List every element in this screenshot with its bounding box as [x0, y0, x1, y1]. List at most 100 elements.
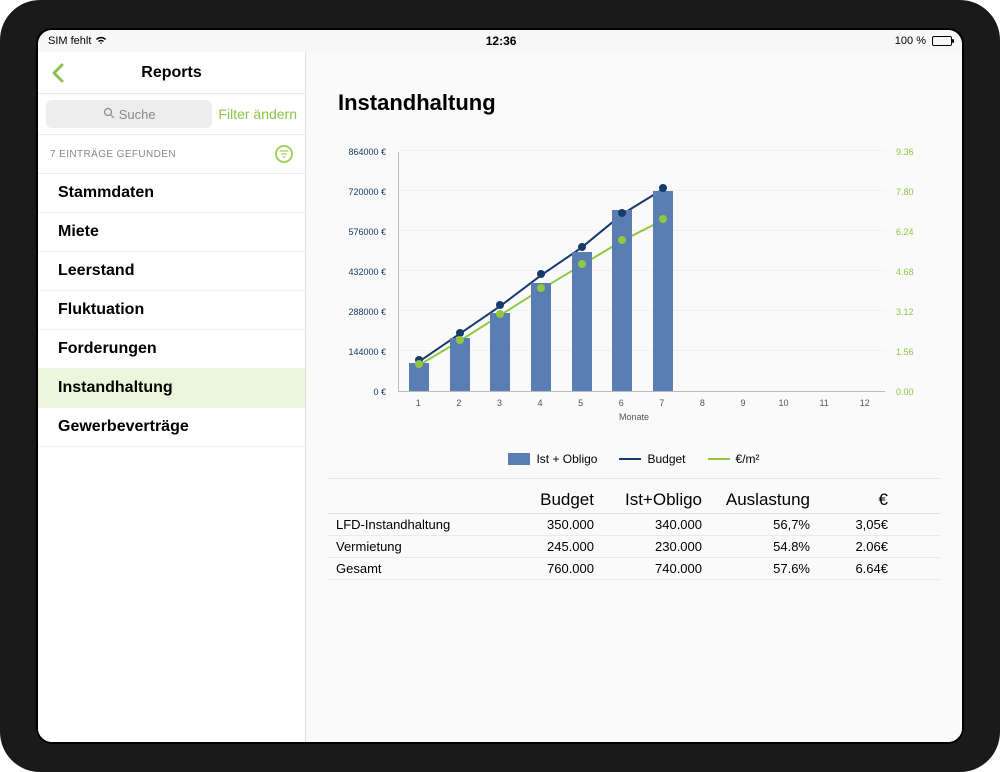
budget-point	[496, 301, 504, 309]
col-ist: Ist+Obligo	[602, 490, 702, 510]
row-ist: 740.000	[602, 561, 702, 576]
battery-pct: 100 %	[895, 35, 926, 47]
legend: Ist + Obligo Budget €/m²	[328, 452, 940, 466]
search-row: Suche Filter ändern	[38, 94, 305, 135]
table-row: Gesamt 760.000 740.000 57.6% 6.64€	[328, 558, 940, 580]
row-eur: 2.06€	[818, 539, 888, 554]
filter-change-link[interactable]: Filter ändern	[218, 106, 297, 122]
x-tick: 6	[619, 398, 624, 408]
row-eur: 3,05€	[818, 517, 888, 532]
sidebar: Reports Suche Filter ändern 7 EINTRÄGE G…	[38, 52, 306, 742]
row-budget: 760.000	[504, 561, 594, 576]
legend-budget-label: Budget	[647, 452, 685, 466]
y-left-tick: 864000 €	[328, 147, 392, 157]
row-label: LFD-Instandhaltung	[336, 517, 496, 532]
row-label: Vermietung	[336, 539, 496, 554]
x-tick: 9	[740, 398, 745, 408]
legend-budget: Budget	[619, 452, 685, 466]
sidebar-item-gewerbeverträge[interactable]: Gewerbeverträge	[38, 408, 305, 447]
x-tick: 3	[497, 398, 502, 408]
sidebar-item-miete[interactable]: Miete	[38, 213, 305, 252]
sim-status: SIM fehlt	[48, 35, 91, 47]
legend-bar: Ist + Obligo	[508, 452, 597, 466]
screen: SIM fehlt 12:36 100 % Reports	[36, 28, 964, 744]
rate-point	[415, 360, 423, 368]
chart-lines	[399, 152, 885, 391]
legend-bar-label: Ist + Obligo	[536, 452, 597, 466]
sidebar-item-instandhaltung[interactable]: Instandhaltung	[38, 369, 305, 408]
bar	[531, 283, 551, 391]
x-tick: 4	[538, 398, 543, 408]
results-count: 7 EINTRÄGE GEFUNDEN	[50, 149, 176, 160]
rate-point	[578, 260, 586, 268]
x-tick: 8	[700, 398, 705, 408]
rate-point	[659, 215, 667, 223]
nav-header: Reports	[38, 52, 305, 94]
sidebar-item-fluktuation[interactable]: Fluktuation	[38, 291, 305, 330]
row-ausl: 54.8%	[710, 539, 810, 554]
y-left-tick: 432000 €	[328, 267, 392, 277]
sidebar-item-stammdaten[interactable]: Stammdaten	[38, 174, 305, 213]
x-tick: 12	[860, 398, 870, 408]
row-ausl: 57.6%	[710, 561, 810, 576]
y-left-tick: 288000 €	[328, 307, 392, 317]
y-right-tick: 3.12	[890, 307, 940, 317]
table-row: Vermietung245.000230.00054.8%2.06€	[328, 536, 940, 558]
search-placeholder: Suche	[119, 107, 156, 122]
filter-icon[interactable]	[275, 145, 293, 163]
tablet-frame: SIM fehlt 12:36 100 % Reports	[0, 0, 1000, 772]
budget-point	[659, 184, 667, 192]
status-bar: SIM fehlt 12:36 100 %	[38, 30, 962, 52]
line-swatch-rate	[708, 458, 730, 460]
y-left-tick: 0 €	[328, 387, 392, 397]
budget-point	[578, 243, 586, 251]
row-eur: 6.64€	[818, 561, 888, 576]
x-axis-title: Monate	[619, 412, 649, 422]
chart: Monate 0 € 144000 € 288000 € 432000 € 576000…	[328, 146, 940, 426]
legend-rate-label: €/m²	[736, 452, 760, 466]
y-right-tick: 7.80	[890, 187, 940, 197]
budget-point	[537, 270, 545, 278]
search-icon	[103, 107, 115, 122]
nav-title: Reports	[70, 64, 273, 82]
x-tick: 10	[779, 398, 789, 408]
bar-swatch	[508, 453, 530, 465]
row-ist: 340.000	[602, 517, 702, 532]
row-ist: 230.000	[602, 539, 702, 554]
bar	[572, 252, 592, 391]
y-left-tick: 720000 €	[328, 187, 392, 197]
rate-point	[537, 284, 545, 292]
results-count-row: 7 EINTRÄGE GEFUNDEN	[38, 135, 305, 174]
search-input[interactable]: Suche	[46, 100, 212, 128]
table-row: LFD-Instandhaltung350.000340.00056,7%3,0…	[328, 514, 940, 536]
report-list: StammdatenMieteLeerstandFluktuationForde…	[38, 174, 305, 742]
bar	[450, 338, 470, 391]
y-left-tick: 576000 €	[328, 227, 392, 237]
col-budget: Budget	[504, 490, 594, 510]
col-eur: €	[818, 490, 888, 510]
y-right-tick: 6.24	[890, 227, 940, 237]
sidebar-item-forderungen[interactable]: Forderungen	[38, 330, 305, 369]
back-button[interactable]	[46, 61, 70, 85]
x-tick: 2	[456, 398, 461, 408]
y-right-tick: 4.68	[890, 267, 940, 277]
row-budget: 350.000	[504, 517, 594, 532]
y-left-tick: 144000 €	[328, 347, 392, 357]
x-tick: 5	[578, 398, 583, 408]
x-tick: 7	[659, 398, 664, 408]
bar	[490, 313, 510, 391]
battery-icon	[932, 36, 952, 46]
y-right-tick: 9.36	[890, 147, 940, 157]
budget-point	[618, 209, 626, 217]
rate-point	[496, 310, 504, 318]
clock: 12:36	[486, 34, 517, 48]
page-title: Instandhaltung	[338, 90, 940, 116]
y-right-tick: 0.00	[890, 387, 940, 397]
table-header: Budget Ist+Obligo Auslastung €	[328, 487, 940, 514]
sidebar-item-leerstand[interactable]: Leerstand	[38, 252, 305, 291]
summary-table: Budget Ist+Obligo Auslastung € LFD-Insta…	[328, 478, 940, 580]
row-label: Gesamt	[336, 561, 496, 576]
line-swatch-budget	[619, 458, 641, 460]
x-tick: 11	[819, 398, 828, 408]
rate-point	[618, 236, 626, 244]
